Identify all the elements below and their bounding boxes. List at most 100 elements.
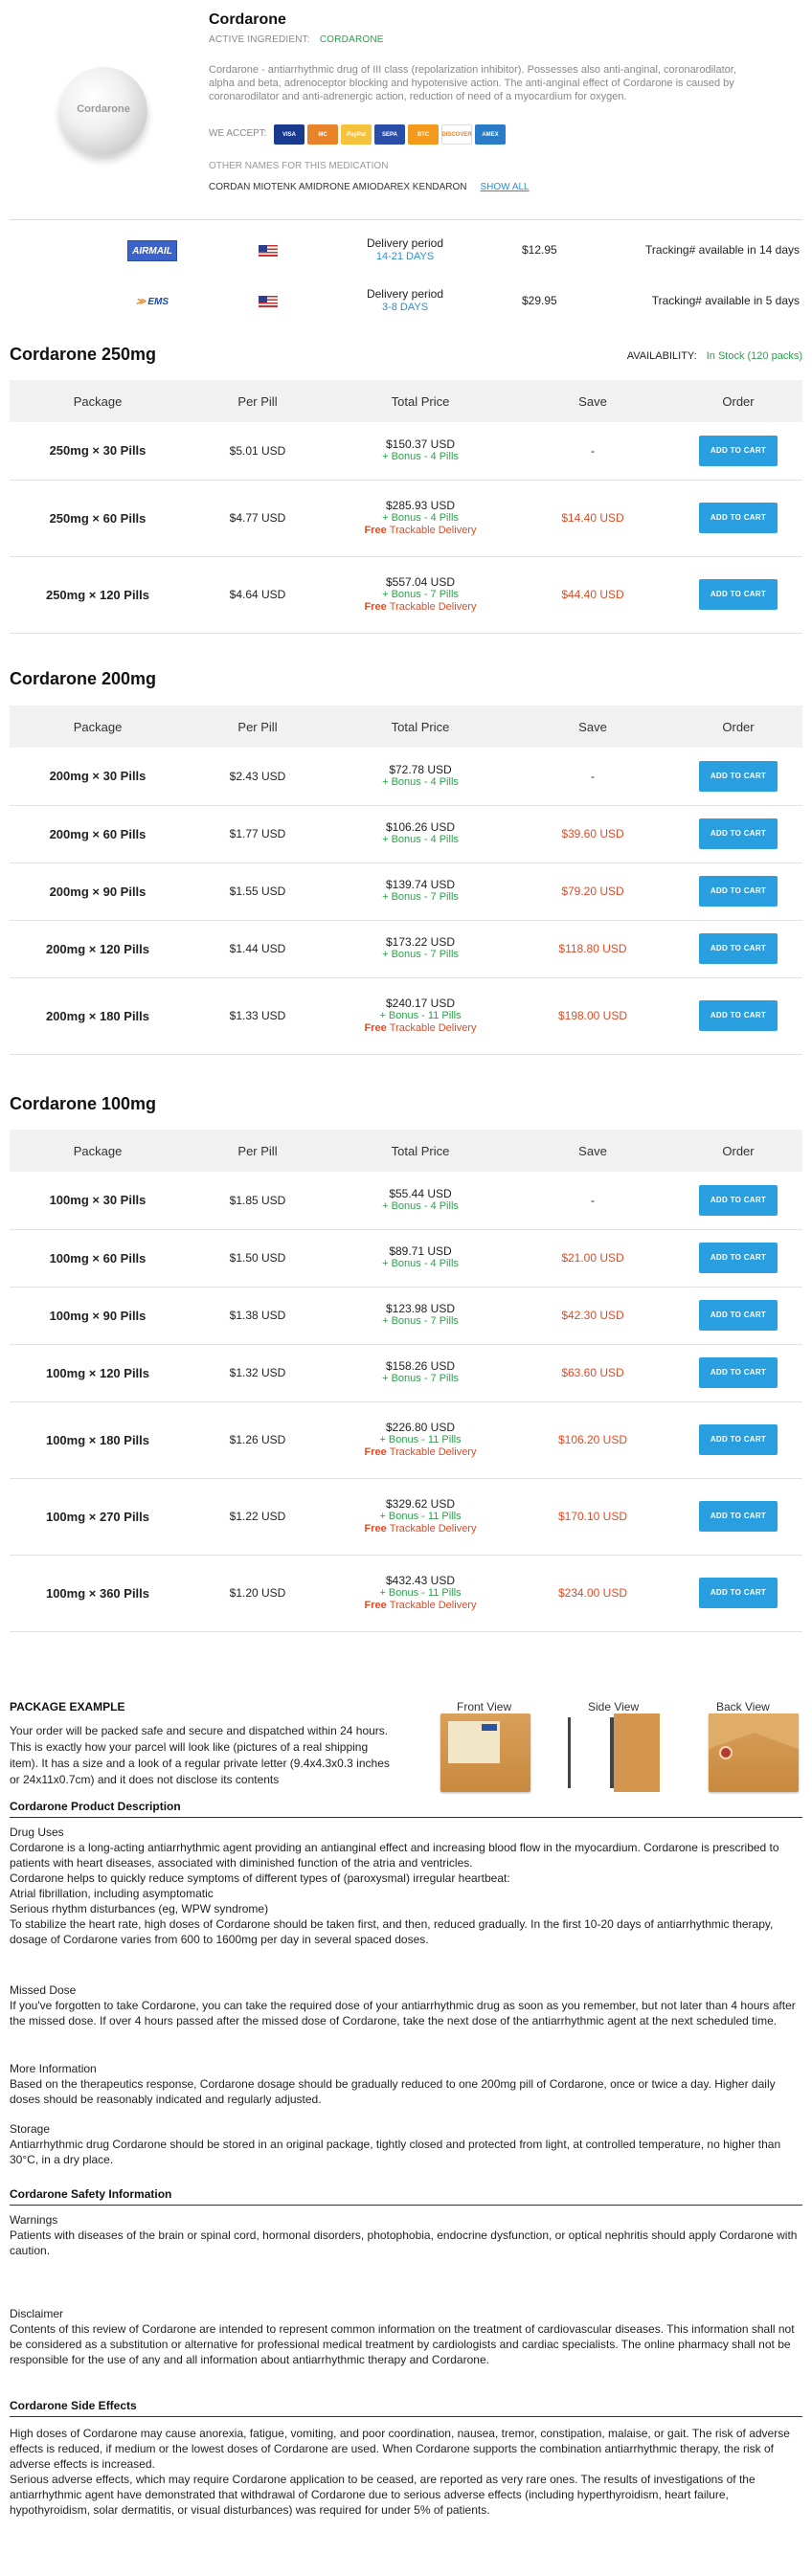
add-to-cart-button[interactable]: ADD TO CART bbox=[699, 1300, 778, 1331]
total-price-cell: $106.26 USD + Bonus - 4 Pills bbox=[329, 805, 511, 863]
add-to-cart-button[interactable]: ADD TO CART bbox=[699, 1184, 778, 1216]
active-ingredient: ACTIVE INGREDIENT: CORDARONE bbox=[209, 34, 384, 45]
save-cell: - bbox=[511, 748, 674, 806]
column-header: Save bbox=[511, 380, 674, 422]
add-to-cart-button[interactable]: ADD TO CART bbox=[699, 1243, 778, 1273]
total-price-cell: $329.62 USD + Bonus - 11 Pills Free Tracka… bbox=[329, 1478, 511, 1556]
free-delivery: Free Trackable Delivery bbox=[364, 524, 477, 536]
table-row: 100mg × 180 Pills $1.26 USD $226.80 USD + B… bbox=[10, 1401, 802, 1479]
column-header: Per Pill bbox=[186, 1130, 329, 1172]
free-delivery: Free Trackable Delivery bbox=[364, 1522, 477, 1534]
save-cell: $21.00 USD bbox=[511, 1229, 674, 1288]
total-price-cell: $150.37 USD + Bonus - 4 Pills bbox=[329, 422, 511, 481]
package-example-text: Your order will be packed safe and secur… bbox=[10, 1724, 390, 1786]
column-header: Order bbox=[674, 1130, 802, 1172]
bonus-pills: + Bonus - 11 Pills bbox=[379, 1586, 462, 1599]
total-price-cell: $285.93 USD + Bonus - 4 Pills Free Trackab… bbox=[329, 480, 511, 557]
order-cell: ADD TO CART bbox=[674, 748, 802, 806]
order-cell: ADD TO CART bbox=[674, 1478, 802, 1556]
column-header: Order bbox=[674, 380, 802, 422]
ems-logo-text: EMS bbox=[147, 296, 169, 307]
section-title-200mg: Cordarone 200mg bbox=[10, 669, 157, 688]
save-cell: $170.10 USD bbox=[511, 1478, 674, 1556]
side-effects-block: High doses of Cordarone may cause anorex… bbox=[10, 2426, 802, 2518]
shipping-price: $12.95 bbox=[522, 243, 557, 257]
total-price: $106.26 USD bbox=[385, 820, 456, 834]
product-description: Cordarone - antiarrhythmic drug of III c… bbox=[209, 64, 736, 102]
table-header-row: Package Per Pill Total Price Save Order bbox=[10, 380, 802, 422]
add-to-cart-button[interactable]: ADD TO CART bbox=[699, 435, 778, 466]
show-all-link[interactable]: SHOW ALL bbox=[480, 182, 529, 192]
table-row: 100mg × 90 Pills $1.38 USD $123.98 USD + Bo… bbox=[10, 1287, 802, 1345]
package-cell: 250mg × 30 Pills bbox=[10, 422, 186, 481]
per-pill-cell: $1.20 USD bbox=[186, 1555, 329, 1632]
column-header: Package bbox=[10, 1130, 186, 1172]
more-info-text: Based on the therapeutics response, Cord… bbox=[10, 2077, 776, 2106]
total-price-cell: $123.98 USD + Bonus - 7 Pills bbox=[329, 1287, 511, 1345]
section-title-100mg: Cordarone 100mg bbox=[10, 1094, 157, 1113]
bonus-pills: + Bonus - 11 Pills bbox=[379, 1009, 462, 1021]
table-header-row: Package Per Pill Total Price Save Order bbox=[10, 706, 802, 748]
add-to-cart-button[interactable]: ADD TO CART bbox=[699, 579, 778, 610]
total-price: $72.78 USD bbox=[389, 762, 452, 776]
order-cell: ADD TO CART bbox=[674, 1287, 802, 1345]
add-to-cart-button[interactable]: ADD TO CART bbox=[699, 1501, 778, 1532]
side-effects-text: High doses of Cordarone may cause anorex… bbox=[10, 2427, 790, 2471]
save-cell: - bbox=[511, 422, 674, 481]
table-row: 200mg × 90 Pills $1.55 USD $139.74 USD + Bo… bbox=[10, 862, 802, 921]
add-to-cart-button[interactable]: ADD TO CART bbox=[699, 1578, 778, 1608]
table-row: 100mg × 270 Pills $1.22 USD $329.62 USD + B… bbox=[10, 1478, 802, 1556]
price-table-100mg: Package Per Pill Total Price Save Order 100mg… bbox=[10, 1130, 802, 1632]
per-pill-cell: $1.77 USD bbox=[186, 805, 329, 863]
storage-text: Antiarrhythmic drug Cordarone should be … bbox=[10, 2138, 781, 2166]
warnings-text: Patients with diseases of the brain or s… bbox=[10, 2229, 798, 2257]
package-cell: 200mg × 180 Pills bbox=[10, 977, 186, 1055]
order-cell: ADD TO CART bbox=[674, 1229, 802, 1288]
save-cell: - bbox=[511, 1172, 674, 1230]
front-view-label: Front View bbox=[457, 1700, 512, 1714]
bonus-pills: + Bonus - 4 Pills bbox=[382, 450, 459, 462]
package-cell: 200mg × 30 Pills bbox=[10, 748, 186, 806]
drug-uses-text: Serious rhythm disturbances (eg, WPW syn… bbox=[10, 1902, 269, 1915]
add-to-cart-button[interactable]: ADD TO CART bbox=[699, 818, 778, 849]
total-price: $89.71 USD bbox=[389, 1244, 452, 1258]
total-price-cell: $173.22 USD + Bonus - 7 Pills bbox=[329, 920, 511, 978]
tracking-info: Tracking# available in 14 days bbox=[645, 243, 800, 257]
per-pill-cell: $1.33 USD bbox=[186, 977, 329, 1055]
column-header: Per Pill bbox=[186, 380, 329, 422]
side-effects-title: Cordarone Side Effects bbox=[10, 2399, 802, 2417]
add-to-cart-button[interactable]: ADD TO CART bbox=[699, 933, 778, 964]
per-pill-cell: $2.43 USD bbox=[186, 748, 329, 806]
package-cell: 100mg × 270 Pills bbox=[10, 1478, 186, 1556]
total-price: $158.26 USD bbox=[385, 1359, 456, 1373]
availability: AVAILABILITY: In Stock (120 packs) bbox=[627, 350, 802, 362]
package-cell: 100mg × 120 Pills bbox=[10, 1344, 186, 1402]
order-cell: ADD TO CART bbox=[674, 1401, 802, 1479]
other-names: CORDAN MIOTENK AMIDRONE AMIODAREX KENDAR… bbox=[209, 182, 530, 192]
add-to-cart-button[interactable]: ADD TO CART bbox=[699, 876, 778, 907]
package-back-image bbox=[709, 1714, 799, 1792]
add-to-cart-button[interactable]: ADD TO CART bbox=[699, 1000, 778, 1031]
order-cell: ADD TO CART bbox=[674, 805, 802, 863]
back-view-label: Back View bbox=[716, 1700, 770, 1714]
more-info-title: More Information bbox=[10, 2062, 97, 2075]
table-row: 100mg × 120 Pills $1.32 USD $158.26 USD + B… bbox=[10, 1344, 802, 1402]
product-header: Cordarone Cordarone ACTIVE INGREDIENT: CO… bbox=[10, 0, 802, 209]
total-price: $139.74 USD bbox=[385, 878, 456, 891]
warnings-block: Warnings Patients with diseases of the b… bbox=[10, 2212, 802, 2258]
add-to-cart-button[interactable]: ADD TO CART bbox=[699, 1424, 778, 1455]
delivery-period-label: Delivery period bbox=[366, 236, 444, 250]
add-to-cart-button[interactable]: ADD TO CART bbox=[699, 1357, 778, 1388]
total-price: $285.93 USD bbox=[385, 498, 456, 512]
total-price-cell: $557.04 USD + Bonus - 7 Pills Free Trackab… bbox=[329, 556, 511, 634]
drug-uses-block: Drug Uses Cordarone is a long-acting ant… bbox=[10, 1825, 802, 1947]
we-accept-label: WE ACCEPT: bbox=[209, 128, 267, 139]
active-ingredient-value: CORDARONE bbox=[319, 34, 384, 45]
table-row: 250mg × 120 Pills $4.64 USD $557.04 USD + B… bbox=[10, 556, 802, 634]
add-to-cart-button[interactable]: ADD TO CART bbox=[699, 760, 778, 792]
delivery-period-label: Delivery period bbox=[366, 287, 444, 301]
more-info-block: More Information Based on the therapeuti… bbox=[10, 2061, 802, 2107]
delivery-days: 3-8 DAYS bbox=[381, 302, 429, 313]
add-to-cart-button[interactable]: ADD TO CART bbox=[699, 503, 778, 533]
section-title-250mg: Cordarone 250mg bbox=[10, 345, 157, 364]
